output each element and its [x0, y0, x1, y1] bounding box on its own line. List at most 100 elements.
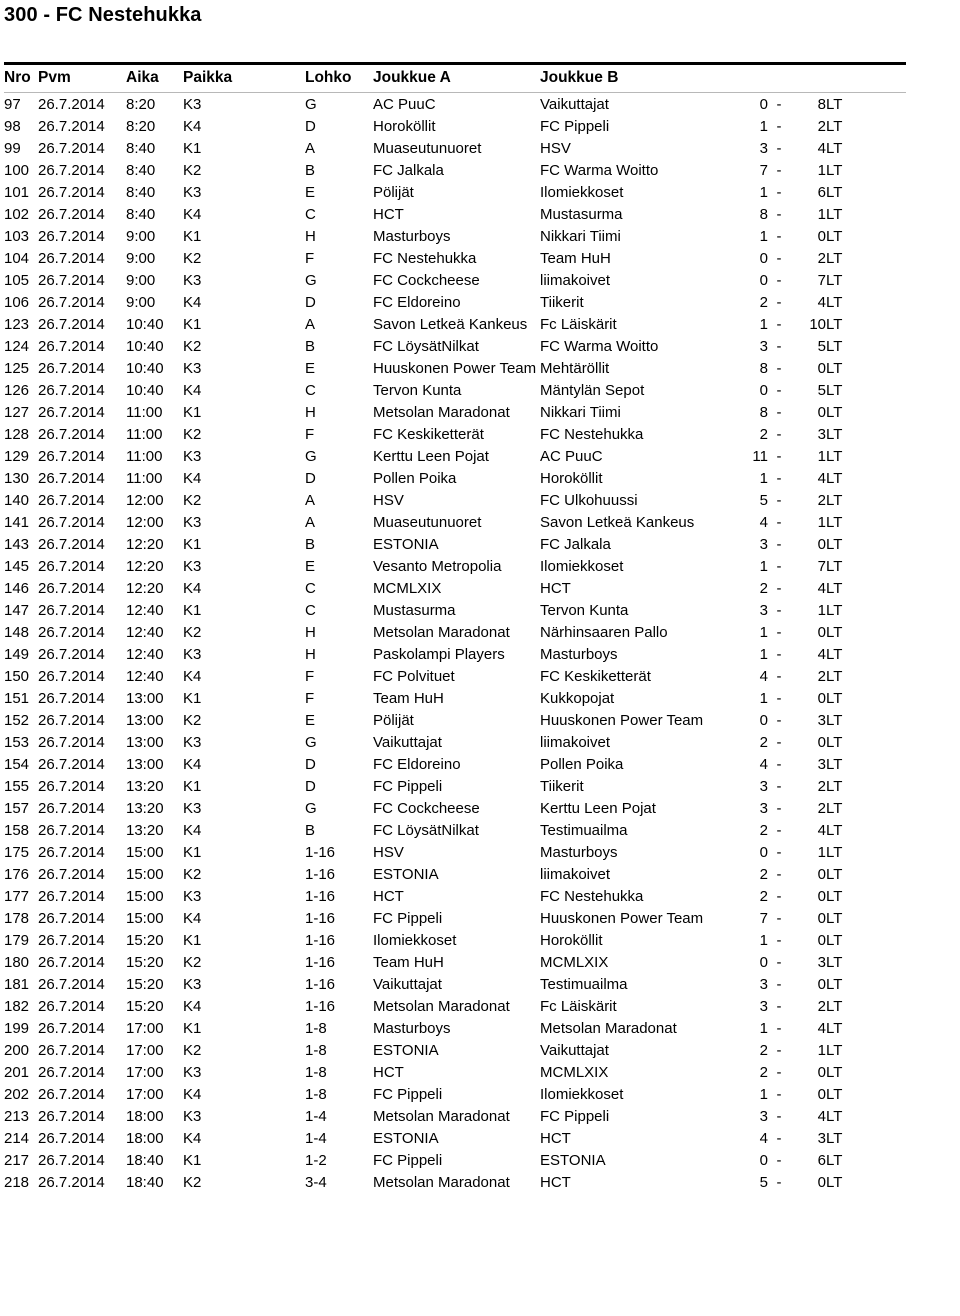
column-header-paikka[interactable]: Paikka — [183, 64, 305, 93]
table-row[interactable]: 199 26.7.2014 17:00 K1 1-8 Masturboys Metsolan… — [4, 1017, 906, 1039]
table-row[interactable]: 149 26.7.2014 12:40 K3 H Paskolampi Players Ma… — [4, 643, 906, 665]
cell-lohko: D — [305, 118, 316, 135]
table-row[interactable]: 177 26.7.2014 15:00 K3 1-16 HCT FC Nestehukka 2… — [4, 885, 906, 907]
cell-joukkue-b: Ilomiekkoset — [540, 1086, 624, 1103]
column-header-joukkue-a[interactable]: Joukkue A — [373, 64, 540, 93]
cell-lohko: 1-4 — [305, 1108, 327, 1125]
cell-pvm: 26.7.2014 — [38, 624, 105, 641]
table-row[interactable]: 141 26.7.2014 12:00 K3 A Muaseutunuoret Savon … — [4, 511, 906, 533]
cell-goals-b: 0 — [817, 910, 826, 927]
table-row[interactable]: 155 26.7.2014 13:20 K1 D FC Pippeli Tiikerit 3-… — [4, 775, 906, 797]
cell-goals-b: 4 — [817, 580, 826, 597]
table-row[interactable]: 179 26.7.2014 15:20 K1 1-16 Ilomiekkoset Horok… — [4, 929, 906, 951]
table-row[interactable]: 218 26.7.2014 18:40 K2 3-4 Metsolan Maradonat… — [4, 1171, 906, 1193]
cell-dash: - — [776, 470, 782, 487]
cell-goals-a: 4 — [759, 668, 768, 685]
table-row[interactable]: 129 26.7.2014 11:00 K3 G Kerttu Leen Pojat AC … — [4, 445, 906, 467]
cell-status: LT — [826, 778, 843, 795]
table-row[interactable]: 200 26.7.2014 17:00 K2 1-8 ESTONIA Vaikuttajat… — [4, 1039, 906, 1061]
cell-lohko: E — [305, 184, 316, 201]
table-row[interactable]: 146 26.7.2014 12:20 K4 C MCMLXIX HCT 2- 4 LT — [4, 577, 906, 599]
table-row[interactable]: 130 26.7.2014 11:00 K4 D Pollen Poika Horoköll… — [4, 467, 906, 489]
cell-lohko: B — [305, 338, 316, 355]
table-row[interactable]: 98 26.7.2014 8:20 K4 D Horoköllit FC Pippeli 1-… — [4, 115, 906, 137]
table-row[interactable]: 151 26.7.2014 13:00 K1 F Team HuH Kukkopojat 1-… — [4, 687, 906, 709]
table-row[interactable]: 147 26.7.2014 12:40 K1 C Mustasurma Tervon Kun… — [4, 599, 906, 621]
cell-pvm: 26.7.2014 — [38, 866, 105, 883]
cell-nro: 123 — [4, 316, 30, 333]
column-header-lohko[interactable]: Lohko — [305, 64, 373, 93]
cell-dash: - — [776, 998, 782, 1015]
cell-joukkue-b: Savon Letkeä Kankeus — [540, 514, 695, 531]
cell-paikka: K1 — [183, 1020, 202, 1037]
table-row[interactable]: 214 26.7.2014 18:00 K4 1-4 ESTONIA HCT 4- 3 LT — [4, 1127, 906, 1149]
table-row[interactable]: 123 26.7.2014 10:40 K1 A Savon Letkeä Kankeus… — [4, 313, 906, 335]
table-row[interactable]: 101 26.7.2014 8:40 K3 E Pölijät Ilomiekkoset 1-… — [4, 181, 906, 203]
table-row[interactable]: 125 26.7.2014 10:40 K3 E Huuskonen Power Team… — [4, 357, 906, 379]
table-row[interactable]: 182 26.7.2014 15:20 K4 1-16 Metsolan Maradona… — [4, 995, 906, 1017]
table-row[interactable]: 202 26.7.2014 17:00 K4 1-8 FC Pippeli Ilomiekk… — [4, 1083, 906, 1105]
cell-joukkue-a: FC Keskiketterät — [373, 426, 484, 443]
table-row[interactable]: 217 26.7.2014 18:40 K1 1-2 FC Pippeli ESTONIA 0… — [4, 1149, 906, 1171]
table-row[interactable]: 180 26.7.2014 15:20 K2 1-16 Team HuH MCMLXIX 0-… — [4, 951, 906, 973]
cell-lohko: G — [305, 272, 317, 289]
cell-nro: 129 — [4, 448, 30, 465]
cell-aika: 9:00 — [126, 250, 156, 267]
table-row[interactable]: 103 26.7.2014 9:00 K1 H Masturboys Nikkari Tii… — [4, 225, 906, 247]
table-row[interactable]: 124 26.7.2014 10:40 K2 B FC LöysätNilkat FC Wa… — [4, 335, 906, 357]
column-header-aika[interactable]: Aika — [126, 64, 183, 93]
cell-goals-a: 1 — [759, 184, 768, 201]
cell-status: LT — [826, 668, 843, 685]
table-row[interactable]: 150 26.7.2014 12:40 K4 F FC Polvituet FC Keski… — [4, 665, 906, 687]
cell-nro: 97 — [4, 96, 21, 113]
cell-paikka: K3 — [183, 646, 202, 663]
table-row[interactable]: 140 26.7.2014 12:00 K2 A HSV FC Ulkohuussi 5- 2 L… — [4, 489, 906, 511]
table-row[interactable]: 148 26.7.2014 12:40 K2 H Metsolan Maradonat Nä… — [4, 621, 906, 643]
table-row[interactable]: 100 26.7.2014 8:40 K2 B FC Jalkala FC Warma Wo… — [4, 159, 906, 181]
column-header-joukkue-b[interactable]: Joukkue B — [540, 64, 740, 93]
cell-lohko: 1-16 — [305, 998, 336, 1015]
table-row[interactable]: 213 26.7.2014 18:00 K3 1-4 Metsolan Maradonat… — [4, 1105, 906, 1127]
cell-goals-b: 0 — [817, 734, 826, 751]
cell-goals-b: 5 — [817, 338, 826, 355]
table-row[interactable]: 153 26.7.2014 13:00 K3 G Vaikuttajat liimakoiv… — [4, 731, 906, 753]
cell-dash: - — [776, 1108, 782, 1125]
cell-goals-b: 4 — [817, 1020, 826, 1037]
cell-aika: 12:40 — [126, 668, 164, 685]
table-row[interactable]: 175 26.7.2014 15:00 K1 1-16 HSV Masturboys 0- 1 L… — [4, 841, 906, 863]
table-row[interactable]: 105 26.7.2014 9:00 K3 G FC Cockcheese liimakoi… — [4, 269, 906, 291]
cell-dash: - — [776, 536, 782, 553]
cell-dash: - — [776, 1152, 782, 1169]
table-row[interactable]: 126 26.7.2014 10:40 K4 C Tervon Kunta Mäntylän… — [4, 379, 906, 401]
cell-lohko: 1-8 — [305, 1086, 327, 1103]
table-row[interactable]: 157 26.7.2014 13:20 K3 G FC Cockcheese Kerttu … — [4, 797, 906, 819]
table-row[interactable]: 127 26.7.2014 11:00 K1 H Metsolan Maradonat Ni… — [4, 401, 906, 423]
table-row[interactable]: 152 26.7.2014 13:00 K2 E Pölijät Huuskonen Pow… — [4, 709, 906, 731]
cell-paikka: K1 — [183, 140, 202, 157]
cell-joukkue-a: FC Cockcheese — [373, 800, 480, 817]
cell-paikka: K2 — [183, 250, 202, 267]
table-row[interactable]: 97 26.7.2014 8:20 K3 G AC PuuC Vaikuttajat 0- 8 L… — [4, 93, 906, 116]
table-row[interactable]: 201 26.7.2014 17:00 K3 1-8 HCT MCMLXIX 2- 0 LT — [4, 1061, 906, 1083]
cell-joukkue-a: FC Pippeli — [373, 1152, 443, 1169]
column-header-nro[interactable]: Nro — [4, 64, 38, 93]
table-row[interactable]: 143 26.7.2014 12:20 K1 B ESTONIA FC Jalkala 3- 0… — [4, 533, 906, 555]
column-header-pvm[interactable]: Pvm — [38, 64, 126, 93]
cell-goals-a: 4 — [759, 514, 768, 531]
table-row[interactable]: 102 26.7.2014 8:40 K4 C HCT Mustasurma 8- 1 LT — [4, 203, 906, 225]
cell-status: LT — [826, 712, 843, 729]
table-row[interactable]: 145 26.7.2014 12:20 K3 E Vesanto Metropolia Il… — [4, 555, 906, 577]
cell-lohko: 1-16 — [305, 932, 336, 949]
table-row[interactable]: 104 26.7.2014 9:00 K2 F FC Nestehukka Team HuH… — [4, 247, 906, 269]
table-row[interactable]: 178 26.7.2014 15:00 K4 1-16 FC Pippeli Huuskon… — [4, 907, 906, 929]
cell-joukkue-b: Vaikuttajat — [540, 1042, 609, 1059]
table-row[interactable]: 158 26.7.2014 13:20 K4 B FC LöysätNilkat Testi… — [4, 819, 906, 841]
table-row[interactable]: 106 26.7.2014 9:00 K4 D FC Eldoreino Tiikerit 2… — [4, 291, 906, 313]
table-row[interactable]: 181 26.7.2014 15:20 K3 1-16 Vaikuttajat Testim… — [4, 973, 906, 995]
table-row[interactable]: 99 26.7.2014 8:40 K1 A Muaseutunuoret HSV 3- 4 LT — [4, 137, 906, 159]
cell-status: LT — [826, 184, 843, 201]
cell-goals-a: 1 — [759, 646, 768, 663]
table-row[interactable]: 154 26.7.2014 13:00 K4 D FC Eldoreino Pollen P… — [4, 753, 906, 775]
table-row[interactable]: 128 26.7.2014 11:00 K2 F FC Keskiketterät FC N… — [4, 423, 906, 445]
table-row[interactable]: 176 26.7.2014 15:00 K2 1-16 ESTONIA liimakoive… — [4, 863, 906, 885]
